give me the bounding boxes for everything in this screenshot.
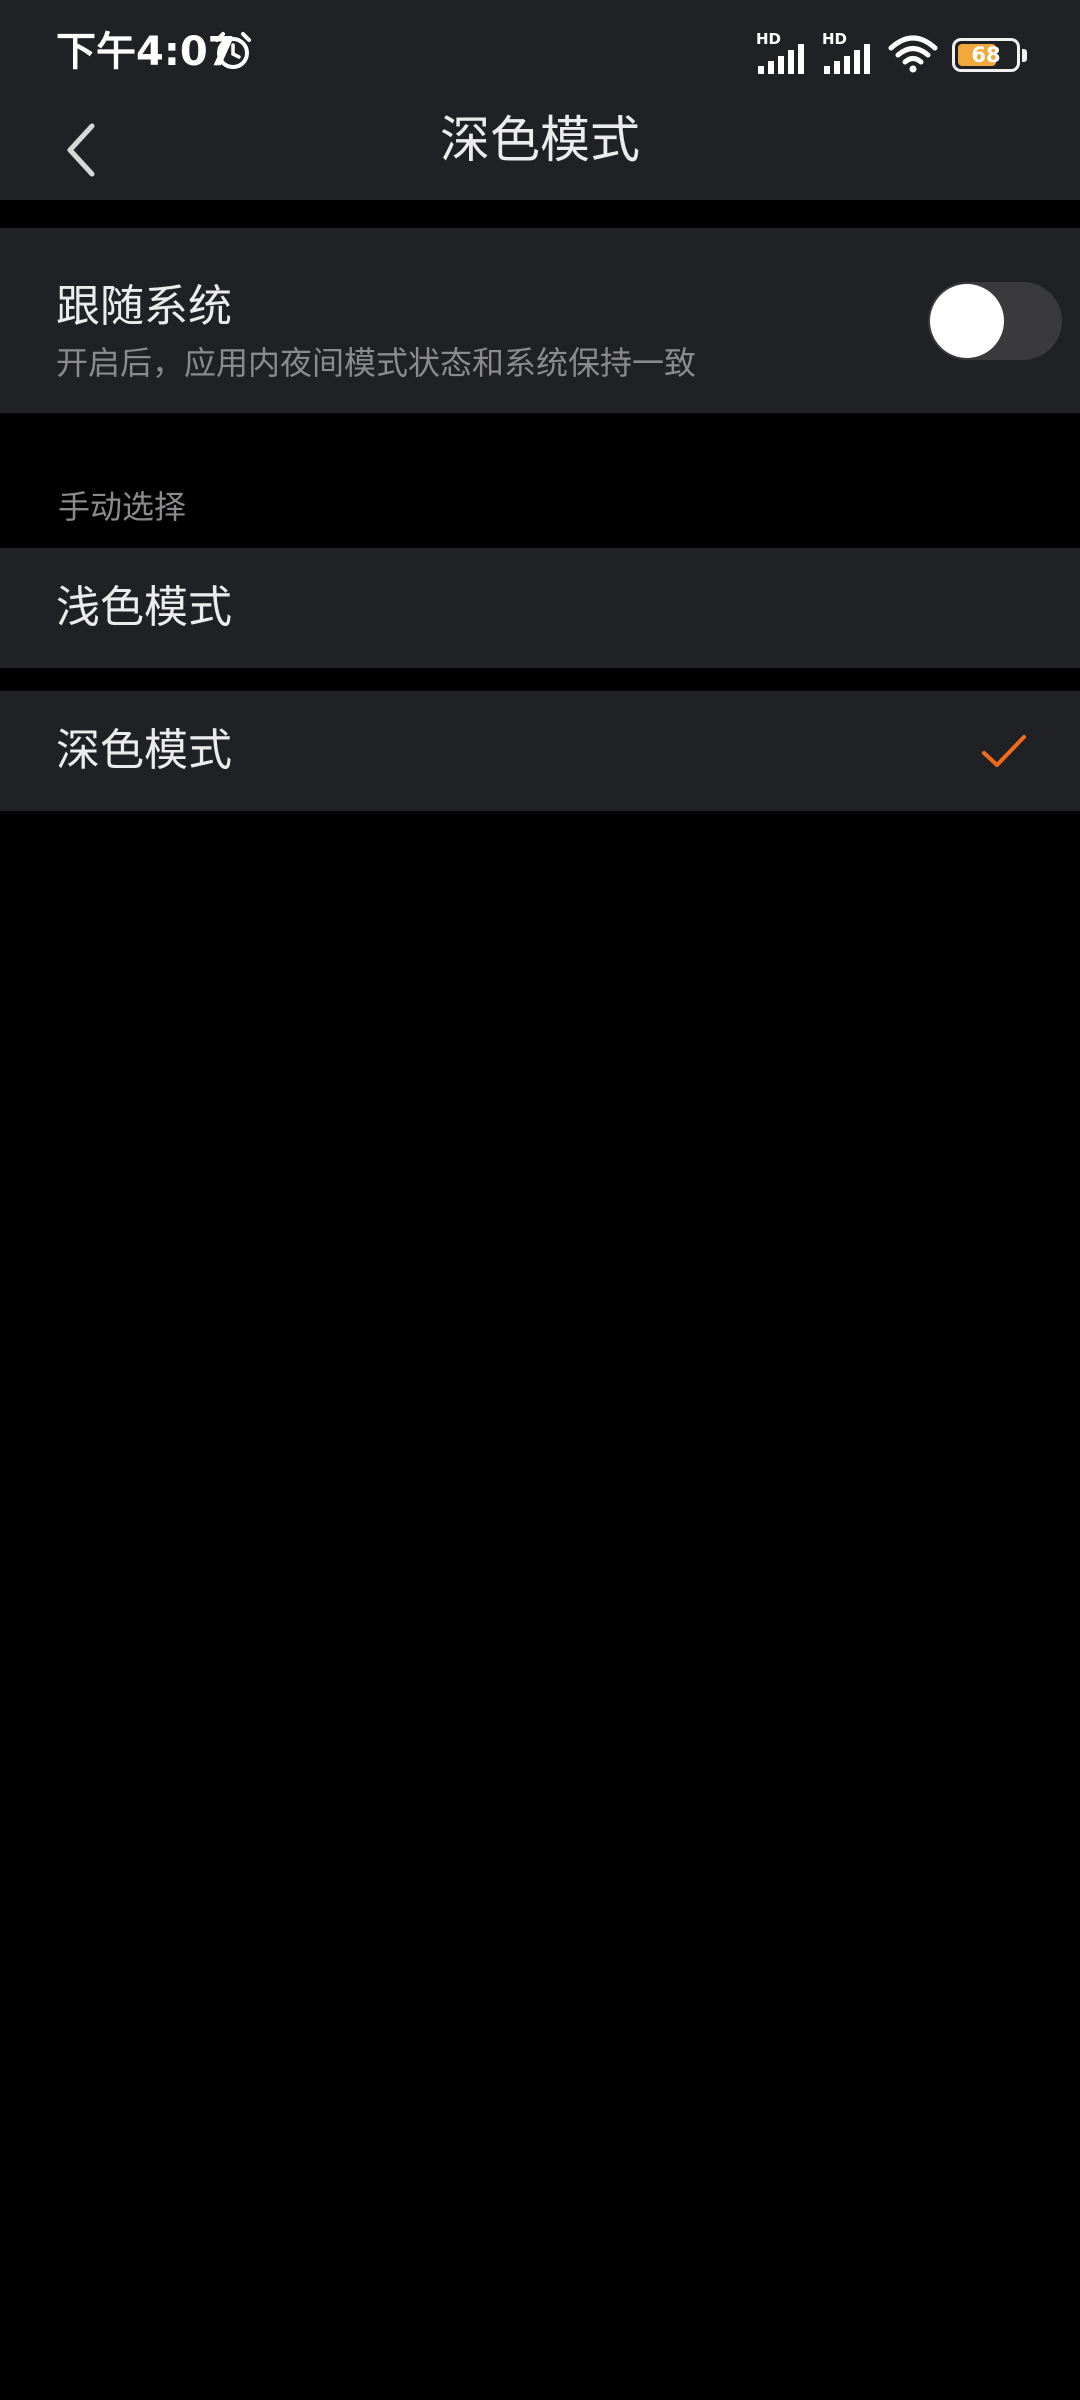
manual-section-label: 手动选择 [58,488,187,526]
battery-level: 68 [971,43,1001,67]
status-icons: HD HD 68 [756,30,1027,74]
cellular-signal-1: HD [756,30,808,74]
follow-system-title: 跟随系统 [56,281,232,332]
checkmark-icon [982,735,1026,767]
alarm-clock-icon [215,32,251,69]
follow-system-row: 跟随系统 开启后，应用内夜间模式状态和系统保持一致 [0,228,1080,413]
status-time: 下午4:07 [56,29,236,75]
follow-system-subtitle: 开启后，应用内夜间模式状态和系统保持一致 [56,344,697,382]
header: 深色模式 [0,100,1080,200]
signal-bars-icon [758,44,804,74]
page-title: 深色模式 [440,111,640,169]
battery-indicator: 68 [952,38,1027,72]
status-bar: 下午4:07 HD HD 68 [0,0,1080,100]
signal-bars-icon [824,44,870,74]
option-label: 深色模式 [56,725,232,776]
follow-system-toggle[interactable] [928,282,1062,360]
back-button[interactable] [40,110,120,190]
option-label: 浅色模式 [56,582,232,633]
toggle-knob [930,284,1004,358]
battery-nub [1022,49,1027,62]
option-dark-mode[interactable]: 深色模式 [0,691,1080,811]
wifi-icon [888,35,938,73]
app-root: 下午4:07 HD HD 68 深色模式 跟随系统 开启后，应用内夜间模式状态和… [0,0,1080,2400]
chevron-left-icon [67,123,95,177]
cellular-signal-2: HD [822,30,874,74]
option-light-mode[interactable]: 浅色模式 [0,548,1080,668]
